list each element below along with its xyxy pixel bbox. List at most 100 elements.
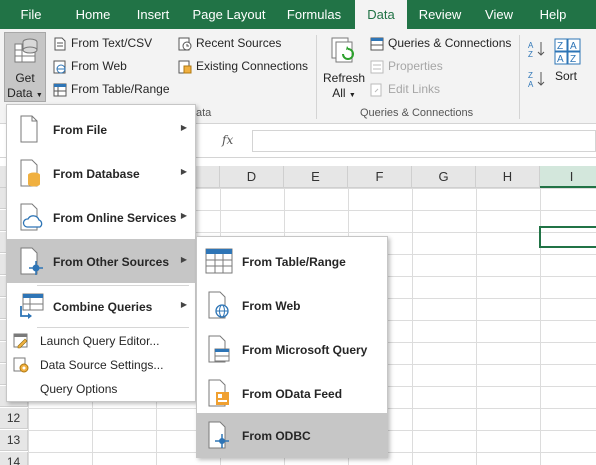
submenu-item-from-odata-feed[interactable]: From OData Feed: [197, 371, 387, 415]
refresh-all-button[interactable]: Refresh All ▼: [322, 33, 366, 103]
microsoft-query-icon: [208, 335, 230, 363]
menu-item-from-database[interactable]: From Database ▶: [7, 151, 195, 195]
sort-button[interactable]: ZAAZ Sort: [553, 37, 587, 97]
queries-connections-label: Queries & Connections: [388, 36, 512, 50]
sort-za-icon: ZA: [528, 71, 545, 89]
active-cell[interactable]: [539, 226, 596, 248]
insert-function-icon[interactable]: fx: [222, 133, 233, 147]
submenu-item-from-odbc[interactable]: From ODBC: [197, 413, 387, 457]
get-data-menu: From File ▶ From Database ▶ From Online …: [6, 104, 196, 402]
submenu-arrow-icon: ▶: [180, 167, 187, 176]
tab-page-layout[interactable]: Page Layout: [188, 0, 270, 29]
submenu-arrow-icon: ▶: [180, 123, 187, 132]
get-data-label-line1: Get: [15, 71, 35, 85]
tab-file[interactable]: File: [8, 0, 54, 29]
other-sources-icon: [20, 247, 43, 275]
svg-text:A: A: [528, 41, 534, 50]
submenu-arrow-icon: ▶: [180, 255, 187, 264]
globe-icon: [208, 291, 229, 319]
sort-ascending-button[interactable]: AZ: [528, 39, 546, 59]
column-header-d[interactable]: D: [220, 166, 284, 188]
tab-data[interactable]: Data: [355, 0, 407, 29]
column-header-f[interactable]: F: [348, 166, 412, 188]
existing-connections-label: Existing Connections: [196, 59, 309, 73]
menu-item-combine-queries[interactable]: Combine Queries ▶: [7, 287, 195, 327]
submenu-from-microsoft-query-label: From Microsoft Query: [242, 343, 368, 357]
svg-text:A: A: [528, 80, 534, 89]
get-data-button[interactable]: Get Data ▼: [4, 32, 46, 102]
refresh-all-label-line2: All: [332, 86, 346, 100]
chevron-down-icon: ▼: [35, 92, 43, 99]
menu-item-data-source-settings[interactable]: Data Source Settings...: [7, 353, 195, 377]
tab-view[interactable]: View: [476, 0, 522, 29]
combine-queries-label: Combine Queries: [53, 300, 153, 314]
menu-item-from-online-services[interactable]: From Online Services ▶: [7, 195, 195, 239]
queries-group-label: Queries & Connections: [360, 107, 474, 119]
menu-item-query-options[interactable]: Query Options: [7, 377, 195, 401]
tab-help[interactable]: Help: [530, 0, 576, 29]
tab-insert[interactable]: Insert: [126, 0, 180, 29]
column-header-i[interactable]: I: [540, 166, 596, 188]
settings-icon: [13, 357, 29, 373]
clock-icon: [178, 37, 192, 51]
database-table-icon: [14, 38, 38, 63]
tab-review[interactable]: Review: [412, 0, 468, 29]
submenu-item-from-web[interactable]: From Web: [197, 283, 387, 327]
from-other-sources-submenu: From Table/Range From Web From Microsoft…: [196, 236, 388, 458]
submenu-from-table-range-label: From Table/Range: [242, 255, 346, 269]
recent-sources-label: Recent Sources: [196, 36, 282, 50]
edit-links-icon: [370, 83, 382, 97]
sort-az-icon: AZ: [528, 41, 545, 59]
svg-text:A: A: [570, 41, 577, 52]
menu-item-launch-query-editor[interactable]: Launch Query Editor...: [7, 329, 195, 353]
refresh-all-label-line2-wrap: All ▼: [322, 86, 366, 100]
get-transform-group-label: ata: [196, 107, 212, 119]
table-icon: [205, 248, 233, 274]
column-header-e[interactable]: E: [284, 166, 348, 188]
from-table-range-label: From Table/Range: [71, 82, 170, 96]
svg-text:Z: Z: [557, 41, 563, 52]
tab-home[interactable]: Home: [66, 0, 120, 29]
database-icon: [20, 159, 40, 187]
row-header-14[interactable]: 14: [0, 452, 28, 465]
submenu-from-odata-feed-label: From OData Feed: [242, 387, 343, 401]
formula-input[interactable]: [252, 130, 596, 152]
file-icon: [20, 115, 38, 143]
from-online-services-label: From Online Services: [53, 211, 177, 225]
get-data-label-line2-wrap: Data ▼: [5, 86, 45, 100]
sort-descending-button[interactable]: ZA: [528, 69, 546, 89]
menu-separator: [37, 285, 189, 286]
submenu-item-from-table-range[interactable]: From Table/Range: [197, 239, 387, 283]
refresh-icon: [331, 37, 354, 63]
edit-links-label: Edit Links: [388, 82, 441, 96]
row-header-13[interactable]: 13: [0, 430, 28, 451]
launch-query-editor-label: Launch Query Editor...: [40, 334, 160, 348]
data-source-settings-label: Data Source Settings...: [40, 358, 164, 372]
column-header-g[interactable]: G: [412, 166, 476, 188]
svg-text:Z: Z: [528, 50, 533, 59]
ribbon-separator: [316, 35, 317, 119]
submenu-item-from-microsoft-query[interactable]: From Microsoft Query: [197, 327, 387, 371]
sort-label: Sort: [555, 69, 578, 83]
menu-separator: [37, 327, 189, 328]
menu-item-from-other-sources[interactable]: From Other Sources ▶: [7, 239, 195, 283]
submenu-from-odbc-label: From ODBC: [242, 429, 311, 443]
ribbon-separator: [519, 35, 520, 119]
from-file-label: From File: [53, 123, 108, 137]
tab-formulas[interactable]: Formulas: [280, 0, 348, 29]
connections-icon: [178, 60, 192, 74]
cloud-icon: [20, 203, 43, 231]
odata-feed-icon: [208, 379, 229, 407]
refresh-all-label-line1: Refresh: [322, 71, 366, 85]
combine-queries-icon: [20, 293, 44, 319]
table-icon: [53, 83, 67, 97]
chevron-down-icon: ▼: [348, 92, 356, 99]
from-text-csv-label: From Text/CSV: [71, 36, 153, 50]
from-database-label: From Database: [53, 167, 140, 181]
query-editor-icon: [13, 333, 28, 349]
column-header-h[interactable]: H: [476, 166, 540, 188]
menu-item-from-file[interactable]: From File ▶: [7, 107, 195, 151]
submenu-from-web-label: From Web: [242, 299, 301, 313]
row-header-12[interactable]: 12: [0, 408, 28, 429]
properties-label: Properties: [388, 59, 443, 73]
